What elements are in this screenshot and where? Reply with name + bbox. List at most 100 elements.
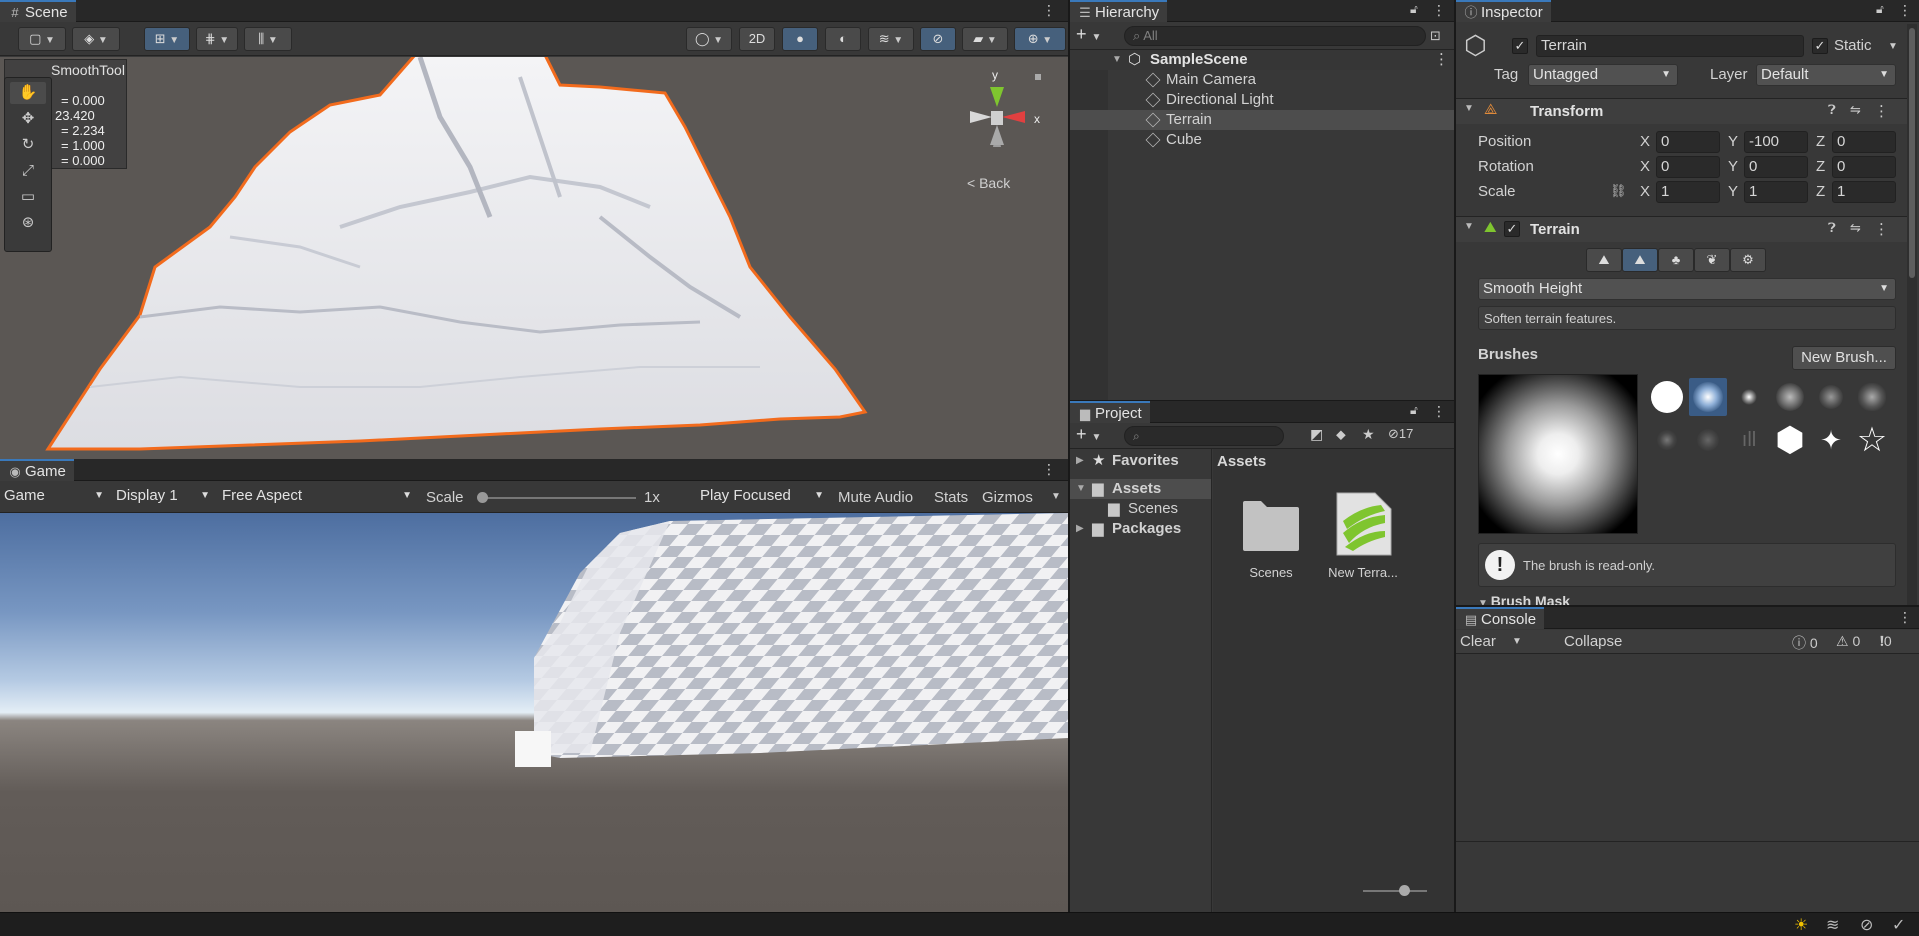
hidden-objects-icon[interactable]: ⊘ bbox=[920, 27, 956, 51]
create-neighbor-terrain-icon[interactable]: ⛰︎ bbox=[1586, 248, 1622, 272]
console-menu-icon[interactable]: ⋮ bbox=[1898, 607, 1912, 627]
terrain-enabled-checkbox[interactable]: ✓ bbox=[1504, 221, 1520, 237]
game-menu-icon[interactable]: ⋮ bbox=[1042, 459, 1056, 479]
collapse-icon[interactable]: ▶ bbox=[1076, 451, 1084, 471]
brush-rock-2-icon[interactable] bbox=[1689, 421, 1727, 459]
transform-header[interactable]: ▼ ⟁ Transform ❓︎ ⇋ ⋮ bbox=[1456, 98, 1907, 124]
icon-size-slider-handle[interactable] bbox=[1399, 885, 1410, 896]
icon-size-slider[interactable] bbox=[1363, 885, 1427, 896]
foldout-icon[interactable]: ▼ bbox=[1464, 103, 1474, 114]
shading-mode-button[interactable]: ◯ ▼ bbox=[686, 27, 732, 51]
progress-check-icon[interactable]: ✓ bbox=[1892, 915, 1905, 935]
tree-packages[interactable]: ▶ ▆ Packages bbox=[1070, 519, 1211, 539]
layer-select[interactable]: Default ▼ bbox=[1756, 64, 1896, 86]
tree-assets[interactable]: ▼ ▆ Assets bbox=[1070, 479, 1211, 499]
hidden-packages-icon[interactable]: ⊘17 bbox=[1388, 426, 1413, 442]
auto-generate-lighting-icon[interactable]: ☀ bbox=[1794, 915, 1808, 935]
grid-snap-button[interactable]: ⊞ ▼ bbox=[144, 27, 190, 51]
tab-game[interactable]: ◉ Game bbox=[0, 459, 74, 481]
asset-item[interactable]: New Terra... bbox=[1325, 492, 1401, 585]
hierarchy-item-selected[interactable]: Terrain bbox=[1070, 110, 1454, 130]
draw-mode-button[interactable]: ▢ ▼ bbox=[18, 27, 66, 51]
tab-console[interactable]: ▤ Console bbox=[1456, 607, 1545, 629]
scene-row[interactable]: ▼ ⬡ SampleScene ⋮ bbox=[1070, 50, 1454, 70]
increment-snap-button[interactable]: ⋕ ▼ bbox=[196, 27, 238, 51]
brush-rock-1-icon[interactable] bbox=[1648, 421, 1686, 459]
project-lock-icon[interactable]: 🔓︎ bbox=[1410, 403, 1422, 417]
scale-slider[interactable] bbox=[477, 492, 636, 503]
tree-favorites[interactable]: ▶ ★ Favorites bbox=[1070, 451, 1211, 471]
play-mode-select[interactable]: Play Focused ▼ bbox=[696, 486, 830, 508]
move-tool-icon[interactable]: ✥ bbox=[10, 108, 46, 130]
expand-icon[interactable]: ▼ bbox=[1076, 479, 1086, 499]
object-name-field[interactable]: Terrain bbox=[1536, 35, 1804, 57]
inspector-lock-icon[interactable]: 🔓︎ bbox=[1876, 2, 1888, 16]
hierarchy-item[interactable]: Main Camera bbox=[1070, 70, 1454, 90]
gizmo-back-label[interactable]: < Back bbox=[967, 175, 1010, 191]
preset-icon[interactable]: ⇋ bbox=[1850, 102, 1861, 118]
console-log-toggle[interactable]: ⓘ 0 bbox=[1792, 633, 1818, 653]
project-menu-icon[interactable]: ⋮ bbox=[1432, 401, 1446, 421]
mute-audio-button[interactable]: Mute Audio bbox=[838, 489, 913, 506]
position-x-field[interactable]: 0 bbox=[1656, 131, 1720, 153]
foldout-icon[interactable]: ▼ bbox=[1478, 598, 1491, 605]
debug-mode-icon[interactable]: ⊘ bbox=[1860, 915, 1873, 935]
component-menu-icon[interactable]: ⋮ bbox=[1874, 220, 1889, 238]
search-by-type-icon[interactable]: ◩ bbox=[1310, 426, 1323, 443]
static-checkbox[interactable]: ✓ bbox=[1812, 38, 1828, 54]
collapse-icon[interactable]: ▶ bbox=[1076, 519, 1084, 539]
inspector-menu-icon[interactable]: ⋮ bbox=[1898, 0, 1912, 20]
brush-small-soft-icon[interactable] bbox=[1730, 378, 1768, 416]
preset-icon[interactable]: ⇋ bbox=[1850, 220, 1861, 236]
position-y-field[interactable]: -100 bbox=[1744, 131, 1808, 153]
brush-starburst-icon[interactable]: ✦ bbox=[1812, 421, 1850, 459]
rect-tool-icon[interactable]: ▭ bbox=[10, 186, 46, 208]
console-error-toggle[interactable]: ❗︎0 bbox=[1880, 633, 1892, 650]
console-collapse-button[interactable]: Collapse bbox=[1564, 633, 1622, 650]
scale-x-field[interactable]: 1 bbox=[1656, 181, 1720, 203]
asset-item[interactable]: Scenes bbox=[1233, 495, 1309, 585]
rotation-z-field[interactable]: 0 bbox=[1832, 156, 1896, 178]
project-breadcrumb[interactable]: Assets bbox=[1217, 453, 1266, 470]
rotate-tool-icon[interactable]: ↻ bbox=[10, 134, 46, 156]
favorites-star-icon[interactable]: ★ bbox=[1362, 426, 1375, 443]
console-warn-toggle[interactable]: ⚠ 0 bbox=[1836, 633, 1860, 650]
terrain-settings-icon[interactable]: ⚙ bbox=[1730, 248, 1766, 272]
cache-server-icon[interactable]: ≋ bbox=[1826, 915, 1839, 935]
tree-scenes[interactable]: ▆ Scenes bbox=[1070, 499, 1211, 519]
brush-soft-circle-icon[interactable] bbox=[1689, 378, 1727, 416]
static-dropdown-icon[interactable]: ▼ bbox=[1888, 41, 1898, 52]
audio-toggle-icon[interactable]: ◐ bbox=[825, 27, 861, 51]
hierarchy-item[interactable]: Directional Light bbox=[1070, 90, 1454, 110]
scale-y-field[interactable]: 1 bbox=[1744, 181, 1808, 203]
hierarchy-item[interactable]: Cube bbox=[1070, 130, 1454, 150]
vertex-snap-button[interactable]: ⫼ ▼ bbox=[244, 27, 292, 51]
transform-tool-icon[interactable]: ⊛ bbox=[10, 212, 46, 234]
scene-viewport[interactable]: SmoothTool = 0.000 23.420 = 2.234 = 1.00… bbox=[0, 57, 1068, 459]
game-mode-select[interactable]: Game ▼ bbox=[0, 486, 110, 508]
brush-hard-circle-icon[interactable] bbox=[1648, 378, 1686, 416]
hierarchy-search-options-icon[interactable]: ⊡ bbox=[1430, 28, 1441, 44]
gizmos-toggle-button[interactable]: Gizmos bbox=[982, 489, 1033, 506]
scale-tool-icon[interactable]: ⤢ bbox=[10, 160, 46, 182]
active-checkbox[interactable]: ✓ bbox=[1512, 38, 1528, 54]
tag-select[interactable]: Untagged ▼ bbox=[1528, 64, 1678, 86]
terrain-component-header[interactable]: ▼ ⛰︎ ✓ Terrain ❓︎ ⇋ ⋮ bbox=[1456, 216, 1907, 242]
display-select[interactable]: Display 1 ▼ bbox=[112, 486, 216, 508]
help-icon[interactable]: ❓︎ bbox=[1828, 102, 1836, 118]
console-log-area[interactable] bbox=[1456, 655, 1919, 840]
rotation-x-field[interactable]: 0 bbox=[1656, 156, 1720, 178]
gizmos-button[interactable]: ⊕ ▼ bbox=[1014, 27, 1066, 51]
brush-star-icon[interactable]: ☆ bbox=[1853, 421, 1891, 459]
game-viewport[interactable] bbox=[0, 513, 1068, 912]
inspector-scrollbar[interactable] bbox=[1907, 24, 1917, 605]
component-menu-icon[interactable]: ⋮ bbox=[1874, 102, 1889, 120]
hierarchy-search-input[interactable]: ⌕ All bbox=[1124, 26, 1426, 46]
lighting-toggle-icon[interactable]: ● bbox=[782, 27, 818, 51]
hierarchy-menu-icon[interactable]: ⋮ bbox=[1432, 0, 1446, 20]
paint-terrain-icon[interactable]: ⛰︎ bbox=[1622, 248, 1658, 272]
brush-hexagon-icon[interactable]: ⬢ bbox=[1771, 421, 1809, 459]
hierarchy-lock-icon[interactable]: 🔓︎ bbox=[1410, 2, 1422, 16]
orientation-button[interactable]: ◈ ▼ bbox=[72, 27, 120, 51]
rotation-y-field[interactable]: 0 bbox=[1744, 156, 1808, 178]
